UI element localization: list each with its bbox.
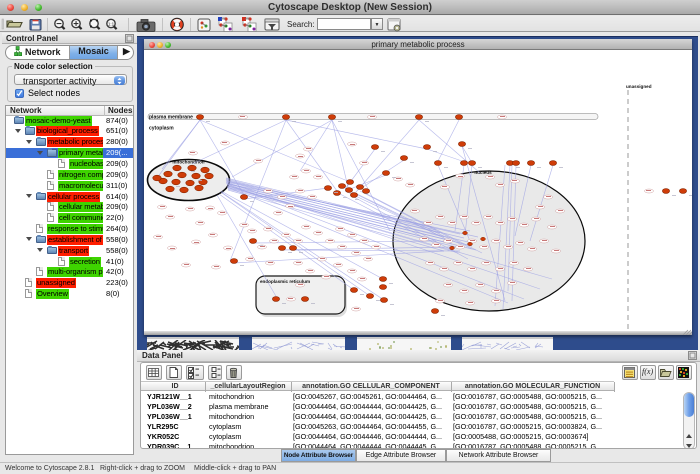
svg-text:unassigned: unassigned — [626, 84, 652, 89]
svg-text:1:1: 1:1 — [108, 22, 115, 27]
svg-text:plasma membrane: plasma membrane — [149, 115, 193, 121]
svg-text:cytoplasm: cytoplasm — [149, 126, 174, 132]
